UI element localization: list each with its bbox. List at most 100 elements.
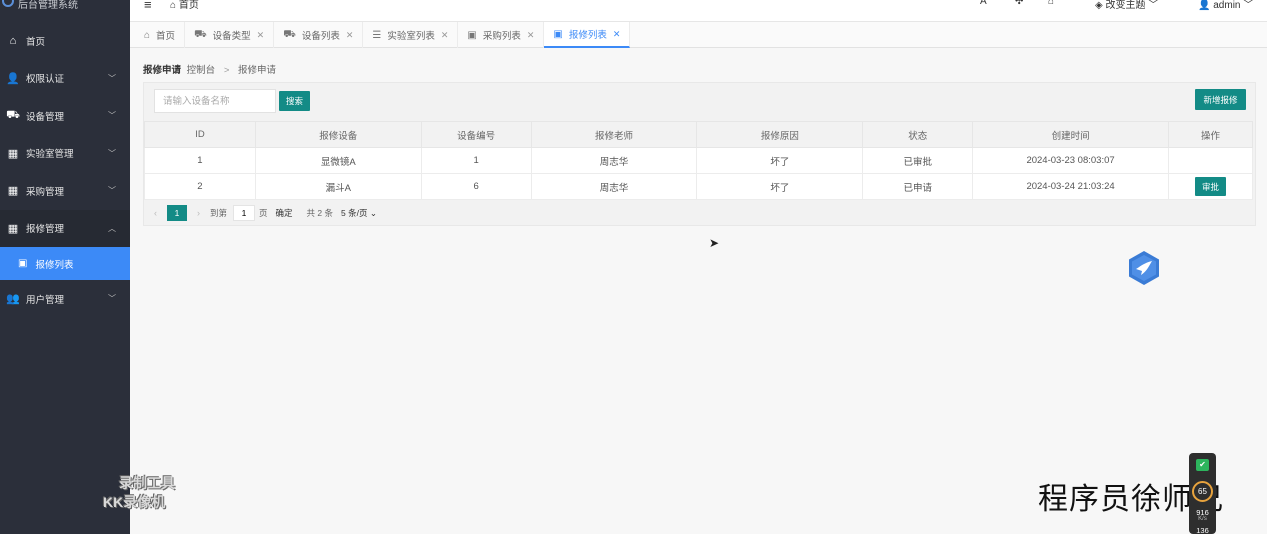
goto-label: 到第	[210, 208, 228, 218]
user-menu[interactable]: 👤 admin ﹀	[1198, 0, 1253, 11]
close-icon[interactable]: ✕	[346, 30, 354, 41]
breadcrumb-parent[interactable]: 控制台	[187, 65, 216, 76]
fullscreen-icon[interactable]: ✣	[1015, 0, 1023, 7]
page-size-select[interactable]: 5 条/页 ⌄	[341, 207, 377, 219]
add-repair-button[interactable]: 新增报修	[1195, 89, 1246, 110]
topbar-home[interactable]: ⌂ 首页	[170, 0, 199, 11]
table-header-row: ID 报修设备 设备编号 报修老师 报修原因 状态 创建时间 操作	[144, 121, 1254, 148]
tab-purchase-list[interactable]: ▣ 采购列表 ✕	[458, 22, 545, 48]
page-title: 报修申请	[143, 65, 182, 76]
page-current[interactable]: 1	[167, 205, 187, 221]
theme-switch[interactable]: ◈ 改变主题 ﹀	[1095, 0, 1158, 11]
prev-page-icon[interactable]: ‹	[154, 208, 157, 218]
tab-home[interactable]: ⌂ 首页	[135, 22, 186, 48]
grid-icon: ▦	[7, 185, 19, 198]
tab-device-type[interactable]: ⛟ 设备类型 ✕	[185, 22, 275, 48]
tab-label: 设备类型	[212, 31, 251, 42]
font-icon[interactable]: A	[980, 0, 987, 7]
repair-table: ID 报修设备 设备编号 报修老师 报修原因 状态 创建时间 操作 1 显微镜A…	[144, 121, 1254, 200]
sidebar-subitem-repair-list[interactable]: ▣ 报修列表	[0, 247, 130, 280]
close-icon[interactable]: ✕	[613, 29, 621, 40]
user-name: admin	[1213, 0, 1241, 11]
tab-label: 首页	[156, 31, 176, 42]
chevron-down-icon: ﹀	[108, 148, 116, 158]
watermark-line: KK录像机	[103, 494, 166, 510]
sidebar-item-home[interactable]: ⌂ 首页	[0, 22, 130, 60]
cell-id: 1	[144, 147, 256, 174]
close-icon[interactable]: ✕	[527, 30, 535, 41]
car-icon: ⛟	[194, 28, 207, 40]
cell-device: 显微镜A	[254, 147, 422, 174]
grid-icon: ▦	[7, 222, 19, 235]
tab-label: 报修列表	[568, 30, 607, 41]
pagination: ‹ 1 › 到第 页 确定 共 2 条 5 条/页 ⌄	[144, 203, 1253, 223]
sidebar-item-lab[interactable]: ▦ 实验室管理 ﹀	[0, 135, 130, 173]
goto-confirm-button[interactable]: 确定	[276, 207, 293, 219]
home-icon: ⌂	[9, 34, 17, 47]
total-count: 共 2 条	[306, 208, 333, 218]
cell-device-no: 6	[420, 173, 532, 200]
menu-toggle-icon[interactable]: ≡	[144, 0, 152, 12]
cell-status: 已审批	[862, 147, 974, 174]
cell-id: 2	[144, 173, 256, 200]
tab-device-list[interactable]: ⛟ 设备列表 ✕	[274, 22, 364, 48]
sidebar-subitem-label: 报修列表	[35, 259, 74, 271]
score-ring: 65	[1192, 481, 1213, 502]
sidebar-item-users[interactable]: 👥 用户管理 ﹀	[0, 280, 130, 318]
close-icon[interactable]: ✕	[257, 30, 265, 41]
tab-label: 设备列表	[301, 31, 340, 42]
sidebar-item-label: 设备管理	[26, 111, 65, 123]
tab-label: 采购列表	[482, 31, 521, 42]
cell-created: 2024-03-24 21:03:24	[972, 173, 1169, 200]
next-page-icon[interactable]: ›	[197, 208, 200, 218]
network-monitor-widget[interactable]: ✔ 65 916 K/s 136	[1189, 453, 1216, 534]
search-input[interactable]	[154, 89, 276, 113]
user-key-icon: 👤	[6, 72, 20, 85]
search-button[interactable]: 搜索	[279, 91, 310, 111]
breadcrumb-separator: >	[223, 65, 230, 76]
column-header: 操作	[1167, 121, 1254, 148]
column-header: 设备编号	[420, 121, 532, 148]
topbar: ≡ ⌂ 首页 A ✣ ⌂ ◈ 改变主题 ﹀ 👤 admin ﹀	[130, 0, 1267, 22]
download-speed: 136	[1196, 526, 1209, 534]
users-icon: 👥	[6, 293, 20, 306]
cell-status: 已申请	[862, 173, 974, 200]
cell-reason: 坏了	[696, 173, 864, 200]
column-header: 状态	[862, 121, 974, 148]
sidebar-item-label: 首页	[26, 36, 46, 48]
topbar-home-label: 首页	[178, 0, 199, 11]
close-icon[interactable]: ✕	[441, 30, 449, 41]
cell-device-no: 1	[420, 147, 532, 174]
page-unit-label: 页	[259, 208, 268, 218]
sidebar-item-repair[interactable]: ▦ 报修管理 ︿	[0, 209, 130, 247]
cell-teacher: 周志华	[530, 173, 698, 200]
sidebar-item-label: 用户管理	[26, 294, 65, 306]
sidebar-item-label: 采购管理	[26, 186, 65, 198]
car-icon: ⛟	[283, 28, 296, 40]
sidebar-item-device[interactable]: ⛟ 设备管理 ﹀	[0, 97, 130, 135]
recorder-watermark: 录制工具 KK录像机	[103, 474, 175, 512]
watermark-line: 录制工具	[119, 475, 175, 491]
tab-repair-list[interactable]: ▣ 报修列表 ✕	[544, 22, 631, 48]
mouse-cursor-icon: ➤	[709, 236, 720, 250]
cell-actions	[1167, 147, 1254, 174]
sidebar-item-purchase[interactable]: ▦ 采购管理 ﹀	[0, 172, 130, 210]
sidebar-item-auth[interactable]: 👤 权限认证 ﹀	[0, 60, 130, 98]
column-header: 报修老师	[530, 121, 698, 148]
sidebar: 后台管理系统 ⌂ 首页 👤 权限认证 ﹀ ⛟ 设备管理 ﹀ ▦ 实验室管理 ﹀ …	[0, 0, 130, 534]
chevron-down-icon: ﹀	[108, 73, 116, 83]
sidebar-item-label: 实验室管理	[26, 149, 74, 161]
cell-device: 漏斗A	[254, 173, 422, 200]
home-icon[interactable]: ⌂	[1048, 0, 1054, 7]
chevron-down-icon: ﹀	[108, 111, 116, 121]
image-icon: ▣	[467, 29, 477, 41]
repair-list-panel: 搜索 新增报修 ID 报修设备 设备编号 报修老师 报修原因 状态 创建时间 操…	[143, 82, 1256, 226]
cell-reason: 坏了	[696, 147, 864, 174]
approve-button[interactable]: 审批	[1194, 177, 1226, 196]
page-input[interactable]	[233, 205, 256, 221]
cell-created: 2024-03-23 08:03:07	[972, 147, 1169, 174]
column-header: 报修原因	[696, 121, 864, 148]
breadcrumb-current: 报修申请	[238, 65, 277, 76]
bird-logo-icon[interactable]	[1127, 250, 1161, 286]
tab-lab-list[interactable]: ☰ 实验室列表 ✕	[363, 22, 459, 48]
